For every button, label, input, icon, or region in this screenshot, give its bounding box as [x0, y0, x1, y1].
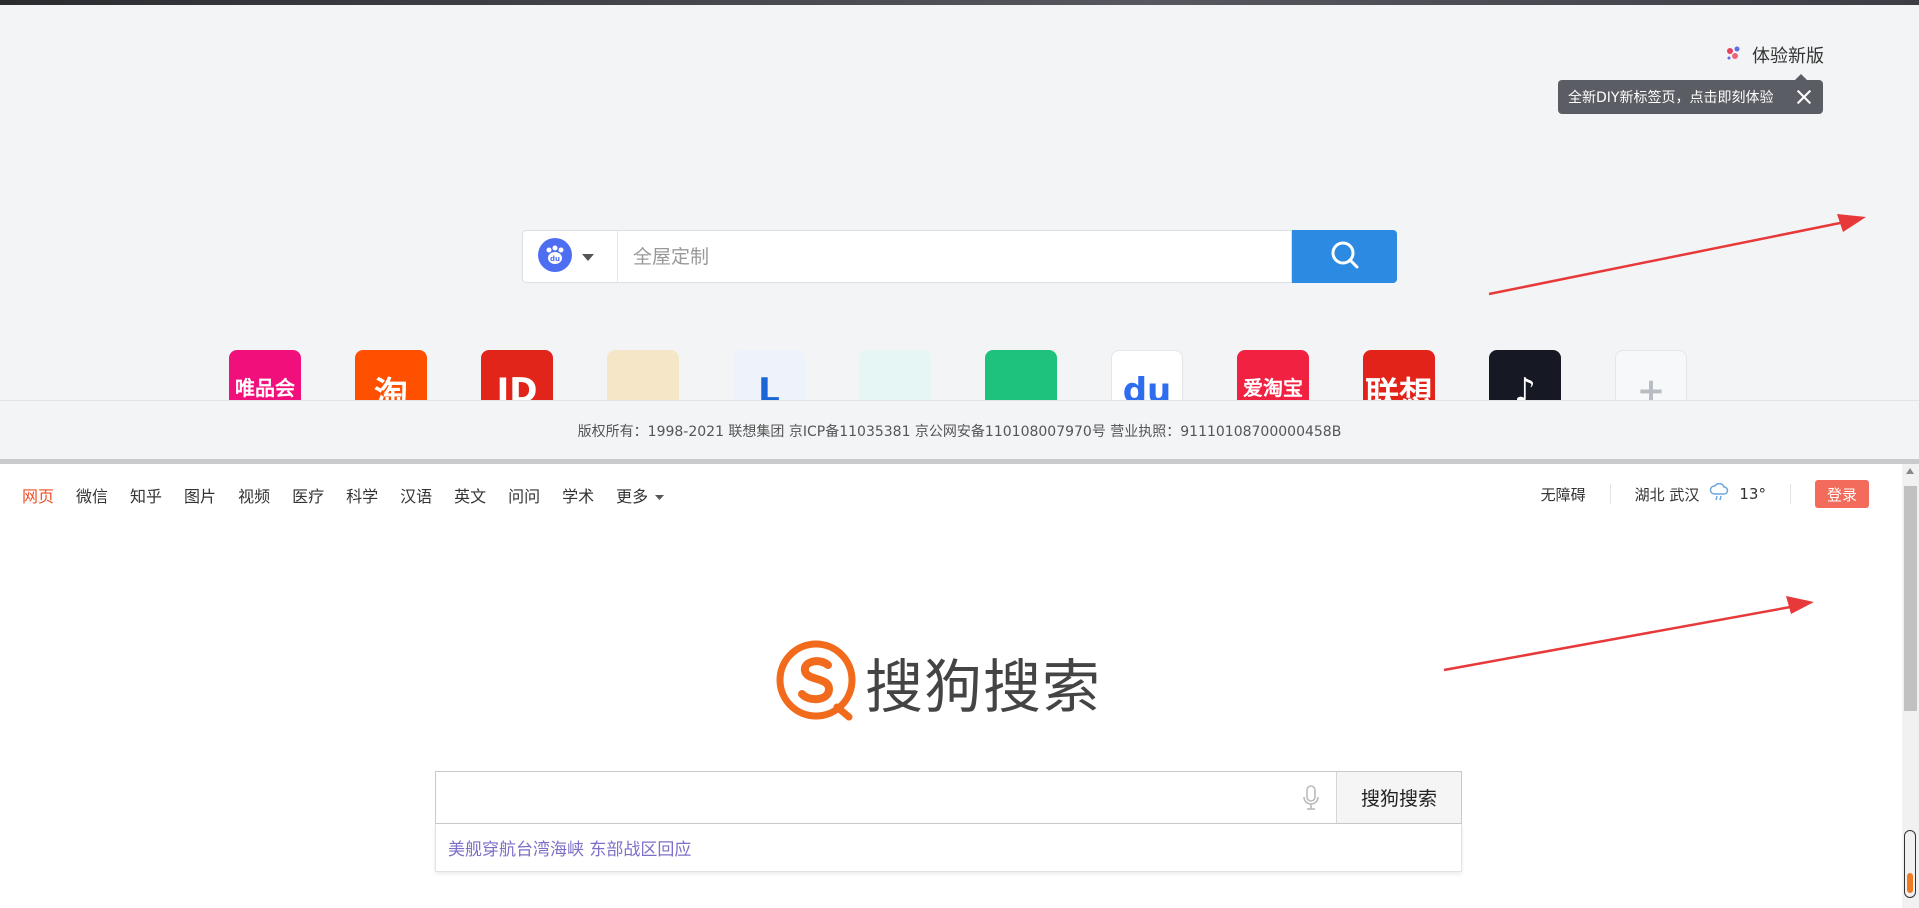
shortcut-tile[interactable] [607, 350, 679, 400]
baidu-paw-icon: du [538, 237, 572, 276]
sogou-s-icon [775, 639, 857, 725]
shortcut-label: 联想 [1365, 374, 1433, 401]
nav-item-medical[interactable]: 医疗 [292, 483, 324, 507]
shortcut-tile[interactable]: ♪ [1489, 350, 1561, 400]
nav-item-web[interactable]: 网页 [22, 483, 54, 507]
scroll-up-arrow-icon[interactable] [1906, 468, 1914, 474]
sogou-category-nav: 网页 微信 知乎 图片 视频 医疗 科学 汉语 英文 问问 学术 更多 [22, 483, 665, 507]
sogou-top-right: 无障碍 湖北 武汉 13° 登录 [1541, 480, 1869, 508]
shortcut-label: JD [496, 371, 538, 400]
sogou-search-bar: 搜狗搜索 [435, 771, 1462, 824]
scroll-indicator-icon [1904, 830, 1916, 898]
browser-top-strip [0, 0, 1919, 5]
nav-item-more[interactable]: 更多 [616, 483, 665, 507]
shortcut-label: + [1636, 371, 1666, 400]
new-tab-tooltip[interactable]: 全新DIY新标签页，点击即刻体验 [1558, 74, 1823, 114]
separator [1609, 484, 1611, 504]
copyright-footer: 版权所有：1998-2021 联想集团 京ICP备11035381 京公网安备1… [0, 400, 1919, 460]
sogou-logo-text: 搜狗搜索 [865, 653, 1102, 721]
nav-item-video[interactable]: 视频 [238, 483, 270, 507]
scrollbar-thumb[interactable] [1904, 486, 1917, 711]
cloud-rain-icon [1709, 482, 1729, 505]
nav-more-label: 更多 [616, 487, 649, 506]
shortcut-label: 唯品会 [235, 375, 295, 400]
sogou-logo: 搜狗搜索 [775, 639, 1101, 725]
try-new-label: 体验新版 [1752, 46, 1824, 67]
shortcut-tile[interactable]: 唯品会vipshop.com [229, 350, 301, 400]
shortcut-label: ♪ [1514, 371, 1536, 400]
annotation-arrow-bottom [1443, 596, 1814, 672]
shortcut-tile[interactable]: 联想 [1363, 350, 1435, 400]
engine-label: du [550, 255, 560, 263]
nav-item-zhihu[interactable]: 知乎 [130, 483, 162, 507]
caret-down-icon [655, 494, 665, 500]
nav-item-images[interactable]: 图片 [184, 483, 216, 507]
close-icon[interactable] [1795, 88, 1813, 106]
top-search-bar: du [522, 230, 1397, 283]
sogou-pane: 网页 微信 知乎 图片 视频 医疗 科学 汉语 英文 问问 学术 更多 无障碍 … [0, 464, 1919, 908]
nav-item-chinese[interactable]: 汉语 [400, 483, 432, 507]
shortcut-tile[interactable]: 爱淘宝ai.Taobao.com [1237, 350, 1309, 400]
sogou-search-button[interactable]: 搜狗搜索 [1336, 772, 1461, 823]
top-search-button[interactable] [1292, 230, 1397, 283]
shortcut-label: 淘 [374, 374, 408, 401]
lenovo-newtab-pane: 体验新版 全新DIY新标签页，点击即刻体验 du 全屋定制 唯品会 淘 JD L… [0, 0, 1919, 460]
temperature-text: 13° [1739, 485, 1766, 503]
accessibility-link[interactable]: 无障碍 [1541, 484, 1586, 505]
nav-item-wechat[interactable]: 微信 [76, 483, 108, 507]
shortcut-tile[interactable]: JD [481, 350, 553, 400]
shortcut-label: du [1122, 371, 1172, 400]
separator [1789, 484, 1791, 504]
shortcut-tile[interactable] [859, 350, 931, 400]
search-suggestion[interactable]: 美舰穿航台湾海峡 东部战区回应 [435, 824, 1462, 872]
shortcut-label: 爱淘宝 [1243, 375, 1303, 400]
suggestion-text: 美舰穿航台湾海峡 东部战区回应 [448, 840, 692, 860]
nav-item-science[interactable]: 科学 [346, 483, 378, 507]
nav-item-scholar[interactable]: 学术 [562, 483, 594, 507]
shortcut-grid: 唯品会vipshop.com 淘 JD Ldu 爱淘宝ai.Taobao.com 联想 ♪ + [229, 350, 1687, 400]
tooltip-text: 全新DIY新标签页，点击即刻体验 [1568, 90, 1774, 106]
top-search-input[interactable] [617, 230, 1292, 283]
chevron-down-icon [582, 247, 594, 266]
try-new-version-link[interactable]: 体验新版 [1724, 42, 1824, 68]
shortcut-label: L [758, 371, 780, 400]
search-icon [1330, 240, 1360, 273]
shortcut-tile[interactable] [985, 350, 1057, 400]
shortcut-tile[interactable]: + [1615, 350, 1687, 400]
nav-item-english[interactable]: 英文 [454, 483, 486, 507]
footer-text: 版权所有：1998-2021 联想集团 京ICP备11035381 京公网安备1… [577, 423, 1342, 440]
microphone-icon[interactable] [1286, 772, 1336, 823]
sogou-search-input[interactable] [436, 772, 1286, 823]
vertical-scrollbar[interactable] [1902, 464, 1919, 908]
shortcut-tile[interactable]: 淘 [355, 350, 427, 400]
sparkle-icon [1724, 43, 1744, 68]
search-engine-selector[interactable]: du [522, 230, 617, 283]
shortcut-tile[interactable]: L [733, 350, 805, 400]
login-button[interactable]: 登录 [1814, 480, 1869, 508]
nav-item-wenwen[interactable]: 问问 [508, 483, 540, 507]
annotation-arrow-top [1488, 214, 1866, 296]
location-text[interactable]: 湖北 武汉 [1635, 484, 1700, 505]
shortcut-tile[interactable]: du [1111, 350, 1183, 400]
